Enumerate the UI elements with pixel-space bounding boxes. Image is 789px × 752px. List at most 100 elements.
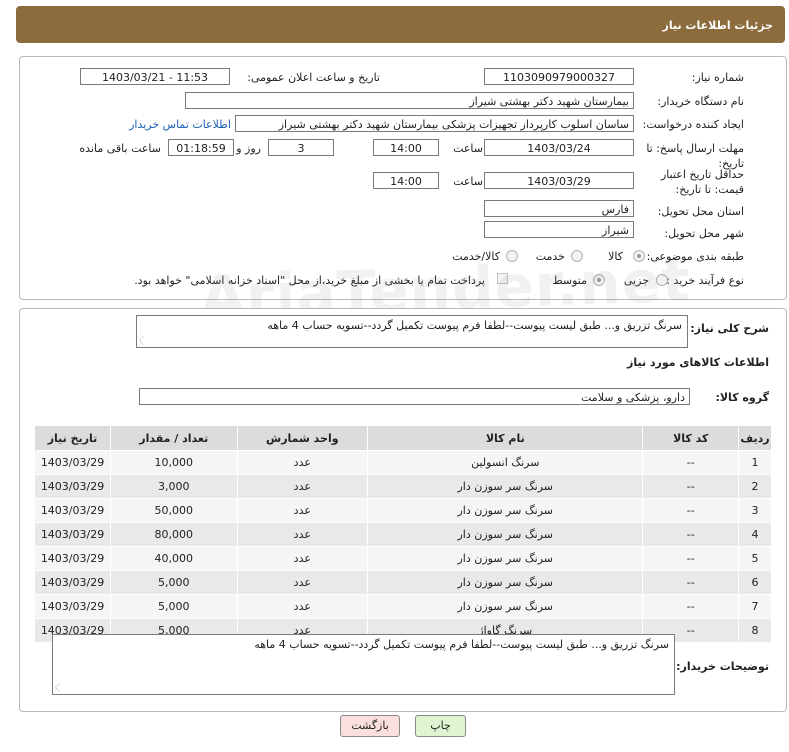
cell-row-number: 8	[738, 618, 772, 643]
resize-grip-icon[interactable]	[139, 336, 148, 345]
cell-item-name: سرنگ سر سوزن دار	[367, 498, 644, 523]
contact-info-link[interactable]: اطلاعات تماس خریدار	[129, 118, 231, 131]
cell-row-number: 5	[738, 546, 772, 571]
page-header: جزئیات اطلاعات نیاز	[16, 6, 785, 43]
city-field: شیراز	[484, 221, 634, 238]
resize-grip-icon[interactable]	[55, 683, 64, 692]
cell-item-name: سرنگ انسولین	[367, 450, 644, 475]
cell-item-code: --	[642, 570, 740, 595]
cell-quantity: 5,000	[110, 594, 238, 619]
process-option-medium: متوسط	[552, 274, 587, 287]
table-row: 1403/03/29 5,000 عدد سرنگ سر سوزن دار --…	[33, 570, 772, 595]
cell-need-date: 1403/03/29	[33, 450, 112, 475]
goods-section-title: اطلاعات کالاهای مورد نیاز	[627, 356, 769, 369]
col-item-name: نام کالا	[367, 425, 644, 451]
deadline-time-label: ساعت	[453, 142, 483, 155]
deadline-time-field: 14:00	[373, 139, 439, 156]
description-text: سرنگ تزریق و... طبق لیست پیوست--لطفا فرم…	[267, 319, 682, 332]
col-quantity: تعداد / مقدار	[110, 425, 238, 451]
cell-need-date: 1403/03/29	[33, 522, 112, 547]
process-label: نوع فرآیند خرید :	[666, 274, 744, 287]
table-row: 1403/03/29 80,000 عدد سرنگ سر سوزن دار -…	[33, 522, 772, 547]
cell-unit: عدد	[236, 546, 369, 571]
days-field: 3	[268, 139, 334, 156]
validity-label: حداقل تاریخ اعتبار قیمت: تا تاریخ:	[660, 168, 744, 196]
treasury-payment-checkbox[interactable]	[497, 273, 508, 284]
category-label: طبقه بندی موضوعی:	[646, 250, 744, 263]
cell-item-code: --	[642, 522, 740, 547]
requester-field: ساسان اسلوب کارپرداز تجهیزات پزشکی بیمار…	[235, 115, 634, 132]
cell-item-name: سرنگ سر سوزن دار	[367, 546, 644, 571]
cell-need-date: 1403/03/29	[33, 474, 112, 499]
buyer-org-field: بیمارستان شهید دکتر بهشتی شیراز	[185, 92, 634, 109]
buyer-notes-label: توضیحات خریدار:	[676, 660, 769, 673]
remaining-label: ساعت باقی مانده	[79, 142, 161, 155]
cell-row-number: 4	[738, 522, 772, 547]
announce-label: تاریخ و ساعت اعلان عمومی:	[247, 71, 380, 84]
process-radio-medium[interactable]	[593, 274, 605, 286]
goods-group-field: دارو، پزشکی و سلامت	[139, 388, 690, 405]
cell-need-date: 1403/03/29	[33, 546, 112, 571]
cell-row-number: 7	[738, 594, 772, 619]
validity-time-field: 14:00	[373, 172, 439, 189]
cell-unit: عدد	[236, 522, 369, 547]
page-title: جزئیات اطلاعات نیاز	[662, 19, 774, 32]
table-row: 1403/03/29 3,000 عدد سرنگ سر سوزن دار --…	[33, 474, 772, 499]
cell-quantity: 3,000	[110, 474, 238, 499]
cell-item-code: --	[642, 474, 740, 499]
cell-quantity: 50,000	[110, 498, 238, 523]
need-number-label: شماره نیاز:	[691, 71, 744, 84]
print-button[interactable]: چاپ	[415, 715, 466, 737]
cell-unit: عدد	[236, 498, 369, 523]
cell-quantity: 10,000	[110, 450, 238, 475]
cell-unit: عدد	[236, 450, 369, 475]
category-option-goods-service: کالا/خدمت	[452, 250, 500, 263]
cell-row-number: 1	[738, 450, 772, 475]
table-row: 1403/03/29 40,000 عدد سرنگ سر سوزن دار -…	[33, 546, 772, 571]
cell-need-date: 1403/03/29	[33, 498, 112, 523]
cell-unit: عدد	[236, 594, 369, 619]
process-radio-minor[interactable]	[656, 274, 668, 286]
requester-label: ایجاد کننده درخواست:	[642, 118, 744, 131]
validity-time-label: ساعت	[453, 175, 483, 188]
cell-need-date: 1403/03/29	[33, 570, 112, 595]
category-radio-goods[interactable]	[633, 250, 645, 262]
table-row: 1403/03/29 10,000 عدد سرنگ انسولین -- 1	[33, 450, 772, 475]
buyer-org-label: نام دستگاه خریدار:	[657, 95, 744, 108]
col-need-date: تاریخ نیاز	[33, 425, 112, 451]
province-label: استان محل تحویل:	[657, 205, 744, 218]
category-radio-goods-service[interactable]	[506, 250, 518, 262]
category-option-service: خدمت	[535, 250, 565, 263]
buyer-notes-text: سرنگ تزریق و... طبق لیست پیوست--لطفا فرم…	[254, 638, 669, 651]
cell-quantity: 5,000	[110, 570, 238, 595]
description-label: شرح کلی نیاز:	[690, 322, 769, 335]
category-radio-service[interactable]	[571, 250, 583, 262]
col-unit: واحد شمارش	[236, 425, 369, 451]
goods-table-header: تاریخ نیاز تعداد / مقدار واحد شمارش نام …	[33, 425, 772, 451]
table-row: 1403/03/29 50,000 عدد سرنگ سر سوزن دار -…	[33, 498, 772, 523]
treasury-payment-note: پرداخت تمام یا بخشی از مبلغ خرید،از محل …	[134, 274, 485, 287]
cell-item-name: سرنگ سر سوزن دار	[367, 570, 644, 595]
cell-need-date: 1403/03/29	[33, 594, 112, 619]
description-textarea[interactable]: سرنگ تزریق و... طبق لیست پیوست--لطفا فرم…	[136, 315, 688, 348]
buyer-notes-textarea[interactable]: سرنگ تزریق و... طبق لیست پیوست--لطفا فرم…	[52, 634, 675, 695]
process-option-minor: جزیی	[623, 274, 649, 287]
days-label: روز و	[236, 142, 261, 155]
back-button[interactable]: بازگشت	[340, 715, 400, 737]
cell-row-number: 3	[738, 498, 772, 523]
validity-date-field: 1403/03/29	[484, 172, 634, 189]
cell-unit: عدد	[236, 570, 369, 595]
cell-quantity: 40,000	[110, 546, 238, 571]
cell-row-number: 6	[738, 570, 772, 595]
cell-item-code: --	[642, 594, 740, 619]
table-row: 1403/03/29 5,000 عدد سرنگ سر سوزن دار --…	[33, 594, 772, 619]
city-label: شهر محل تحویل:	[664, 227, 744, 240]
category-option-goods: کالا	[608, 250, 623, 263]
col-row-number: ردیف	[738, 425, 772, 451]
cell-item-code: --	[642, 450, 740, 475]
cell-item-name: سرنگ سر سوزن دار	[367, 474, 644, 499]
cell-item-code: --	[642, 498, 740, 523]
cell-item-name: سرنگ سر سوزن دار	[367, 594, 644, 619]
cell-item-name: سرنگ سر سوزن دار	[367, 522, 644, 547]
cell-unit: عدد	[236, 474, 369, 499]
